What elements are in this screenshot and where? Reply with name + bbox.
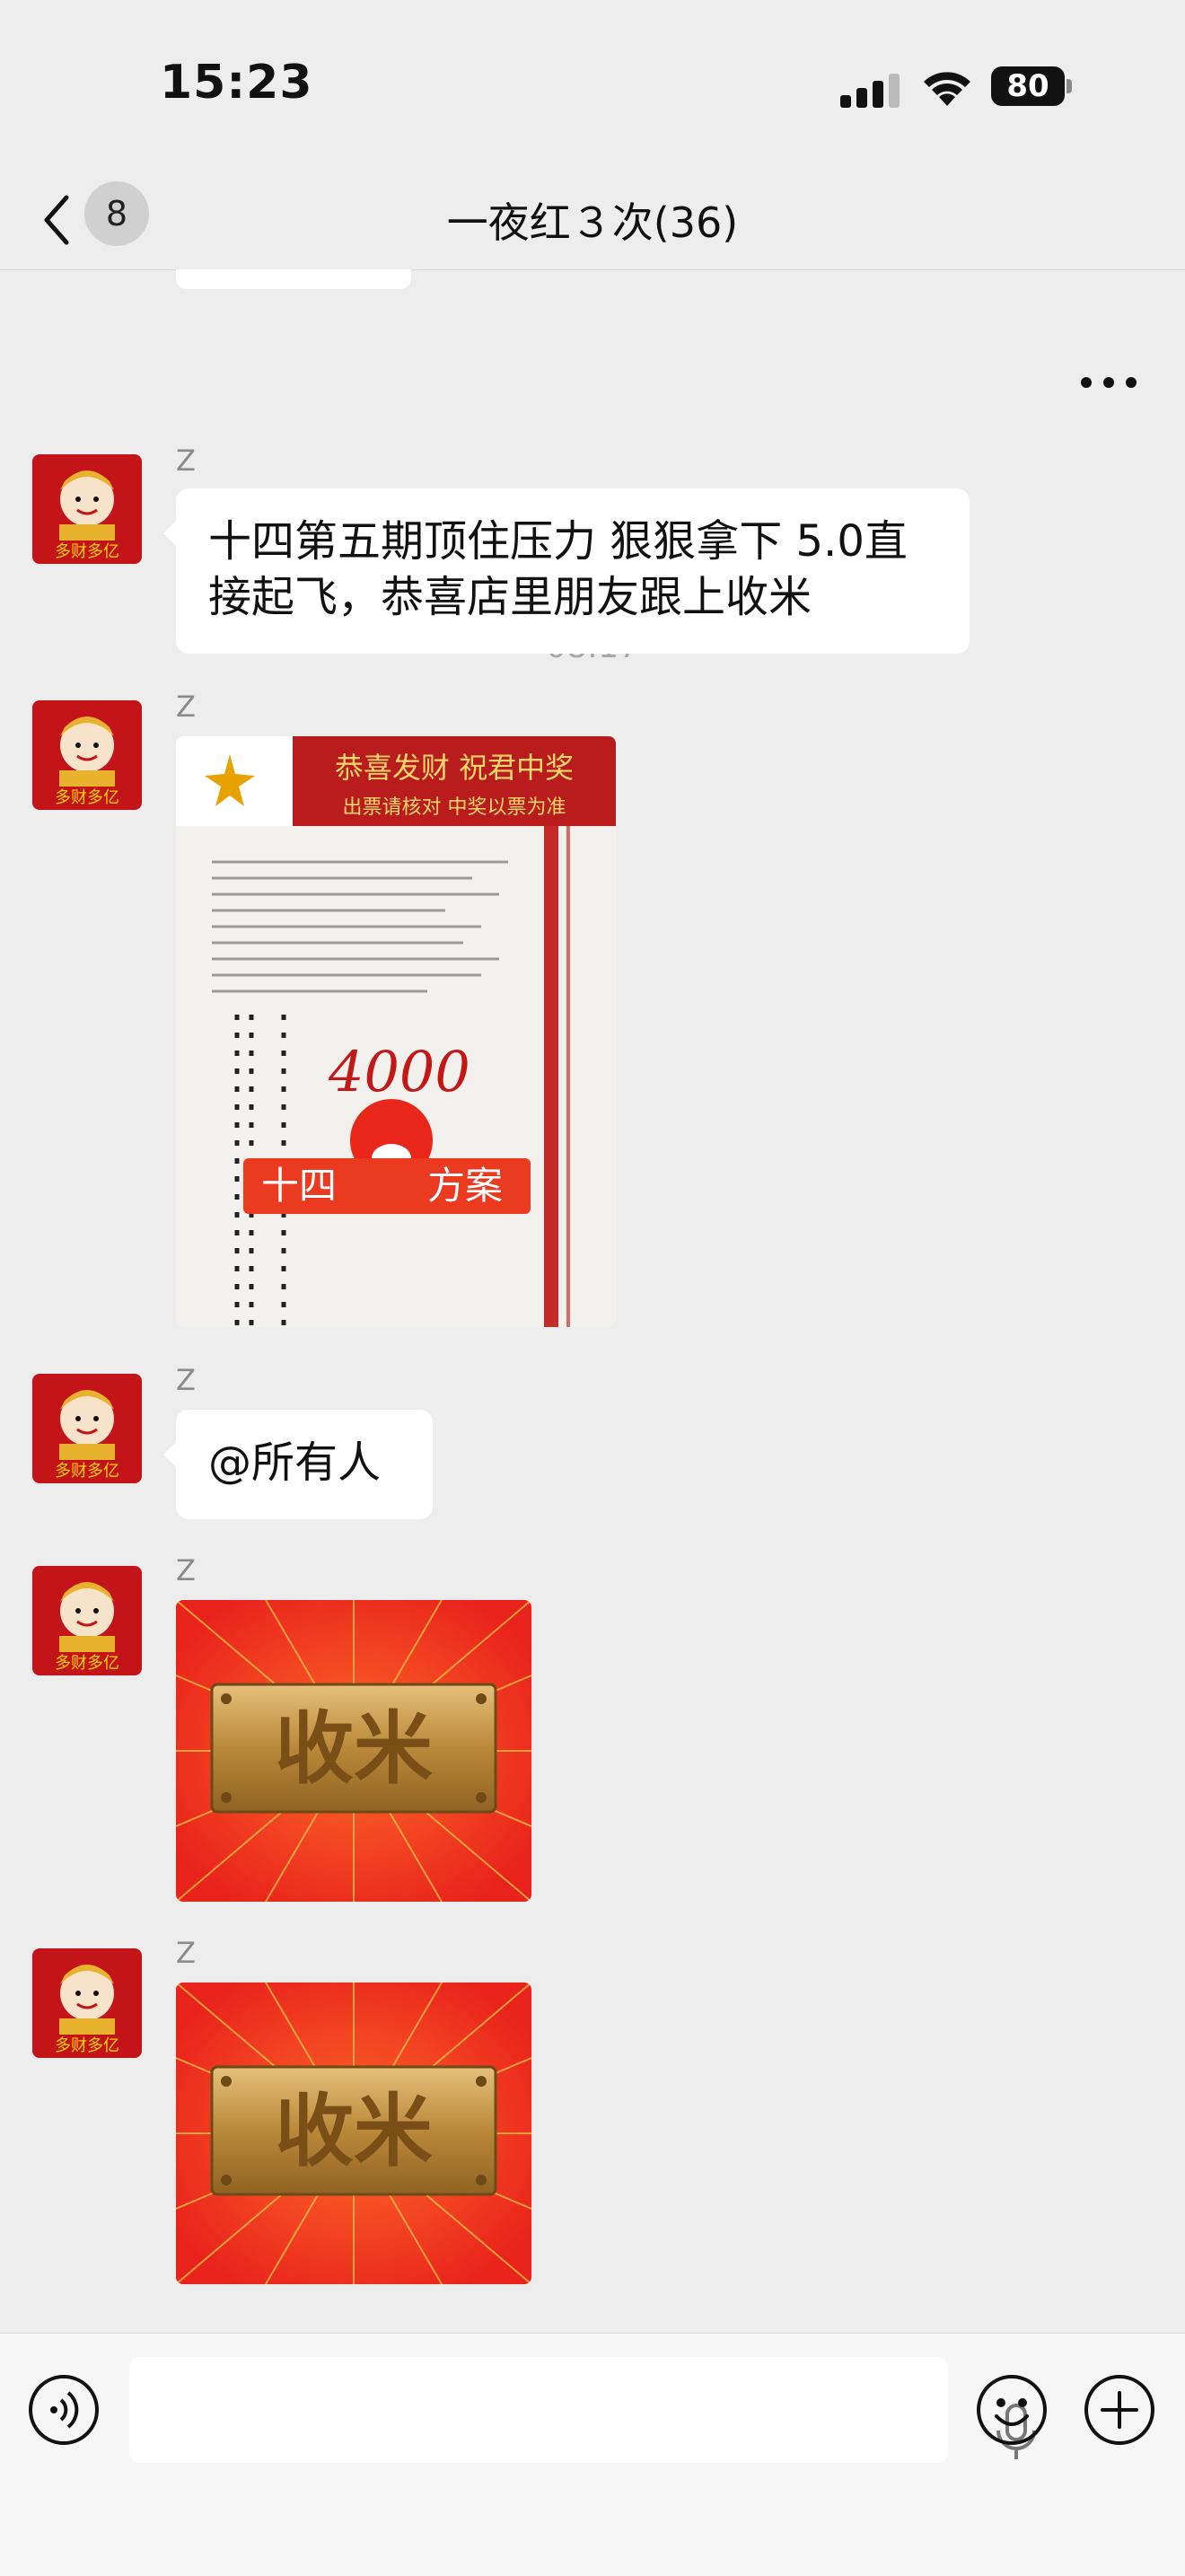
avatar[interactable]: 多财多亿	[32, 700, 142, 810]
battery-level: 80	[1006, 68, 1049, 104]
lottery-ticket-image[interactable]: 恭喜发财 祝君中奖 出票请核对 中奖以票为准 4000 十四 方案	[176, 736, 616, 1327]
handwritten-amount: 4000	[328, 1039, 470, 1104]
avatar[interactable]: 多财多亿	[32, 454, 142, 564]
svg-text:收米: 收米	[275, 2084, 433, 2177]
chat-title: 一夜红３次(36)	[446, 198, 739, 247]
fortune-god-avatar-icon: 多财多亿	[32, 1566, 142, 1675]
fortune-god-avatar-icon: 多财多亿	[32, 454, 142, 564]
status-time: 15:23	[160, 56, 313, 110]
sender-name: Z	[176, 444, 196, 478]
svg-text:多财多亿: 多财多亿	[55, 788, 119, 807]
fortune-god-avatar-icon: 多财多亿	[32, 700, 142, 810]
add-attachment-icon[interactable]	[1083, 2373, 1156, 2447]
battery-icon: 80	[991, 66, 1074, 106]
avatar[interactable]: 多财多亿	[32, 1948, 142, 2058]
svg-text:十四: 十四	[261, 1164, 337, 1208]
avatar[interactable]: 多财多亿	[32, 1374, 142, 1483]
fortune-god-avatar-icon: 多财多亿	[32, 1374, 142, 1483]
input-bar	[0, 2333, 1185, 2576]
voice-input-icon[interactable]	[27, 2373, 101, 2447]
sticker-image[interactable]: 收米	[176, 1983, 531, 2284]
sender-name: Z	[176, 690, 196, 724]
message-bubble-text[interactable]: 十四第五期顶住压力 狠狠拿下 5.0直接起飞，恭喜店里朋友跟上收米	[163, 488, 970, 654]
status-bar: 15:23 80	[0, 0, 1185, 171]
svg-text:多财多亿: 多财多亿	[55, 1654, 119, 1673]
svg-text:收米: 收米	[275, 1701, 433, 1795]
svg-text:多财多亿: 多财多亿	[55, 2036, 119, 2055]
wifi-icon	[924, 72, 970, 106]
message-input[interactable]	[129, 2357, 1036, 2463]
sender-name: Z	[176, 1553, 196, 1587]
svg-text:方案: 方案	[427, 1164, 503, 1208]
svg-text:出票请核对 中奖以票为准: 出票请核对 中奖以票为准	[343, 796, 566, 819]
previous-message-bubble	[176, 269, 411, 289]
message-bubble-text[interactable]: @所有人	[163, 1410, 433, 1519]
sender-name: Z	[176, 1936, 196, 1970]
avatar[interactable]: 多财多亿	[32, 1566, 142, 1675]
fortune-god-avatar-icon: 多财多亿	[32, 1948, 142, 2058]
sticker-image[interactable]: 收米	[176, 1600, 531, 1902]
svg-text:恭喜发财 祝君中奖: 恭喜发财 祝君中奖	[335, 751, 574, 785]
emoji-icon[interactable]	[975, 2373, 1049, 2447]
sender-name: Z	[176, 1363, 196, 1397]
cellular-signal-icon	[840, 74, 900, 108]
avatar-caption: 多财多亿	[55, 542, 119, 561]
svg-text:多财多亿: 多财多亿	[55, 1462, 119, 1481]
